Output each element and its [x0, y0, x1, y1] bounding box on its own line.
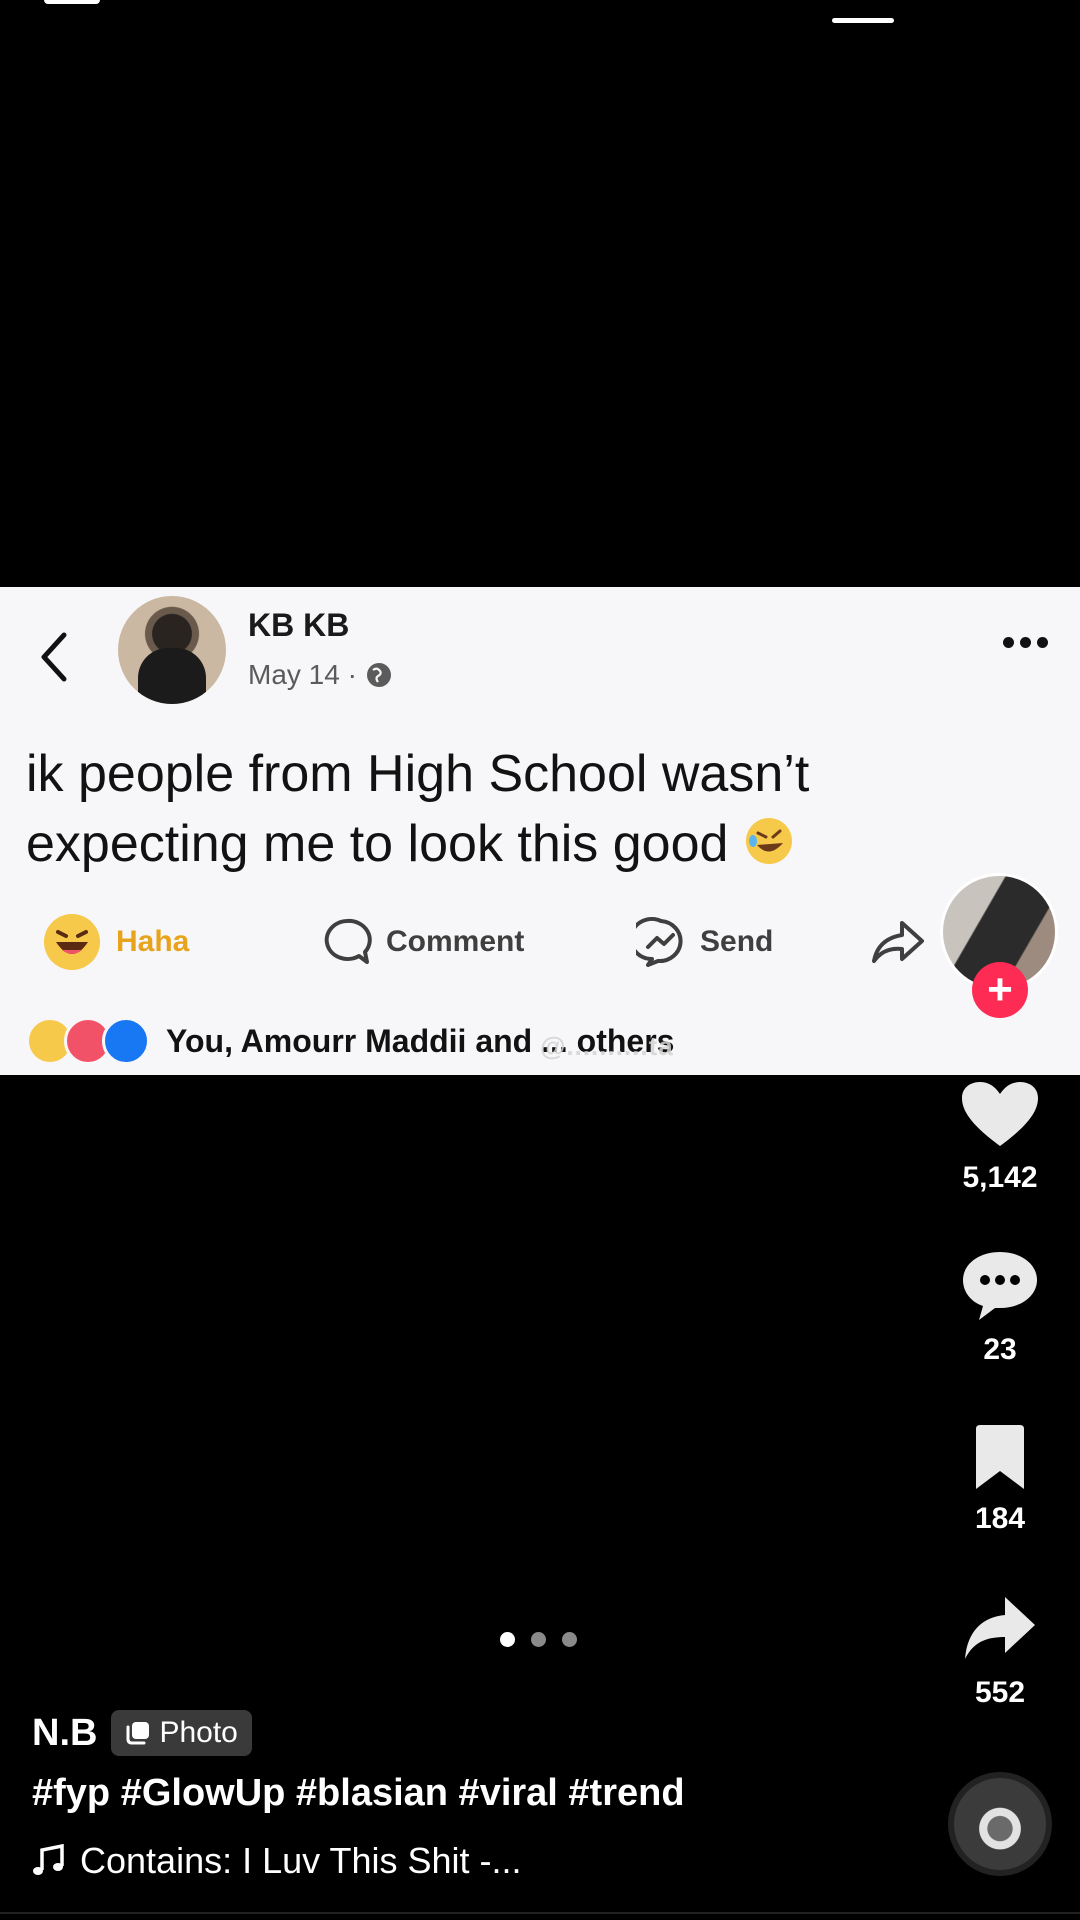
facebook-post-screenshot: KB KB May 14 · ik people from High Schoo… [0, 587, 1080, 1075]
creator-watermark: @..........ta [540, 1031, 674, 1061]
photo-badge: Photo [111, 1710, 252, 1756]
more-options-icon [1003, 637, 1048, 648]
author-row: N.B Photo [32, 1710, 252, 1756]
reaction-icons [26, 1017, 150, 1065]
comment-bubble-icon [324, 918, 372, 964]
bottom-divider [0, 1912, 1080, 1914]
caption-hashtags[interactable]: #fyp #GlowUp #blasian #viral #trend [32, 1772, 685, 1815]
tab-indicator [832, 18, 894, 23]
photo-stack-icon [126, 1722, 150, 1745]
post-author-avatar [118, 596, 226, 704]
music-note-icon [33, 1844, 64, 1875]
share-count: 552 [974, 1676, 1026, 1709]
post-actions: Haha Comment Send [0, 907, 1080, 977]
comment-button: Comment [322, 907, 524, 977]
favorites-button[interactable]: 184 [940, 1425, 1060, 1536]
bookmark-icon [976, 1425, 1024, 1489]
like-count: 5,142 [962, 1161, 1038, 1194]
save-count: 184 [974, 1502, 1026, 1535]
globe-icon [366, 663, 391, 687]
share-arrow-icon [965, 1597, 1035, 1659]
author-username[interactable]: N.B [32, 1712, 97, 1755]
back-chevron-icon [34, 627, 74, 687]
music-info[interactable]: Contains: I Luv This Shit -... [32, 1840, 522, 1882]
haha-button: Haha [42, 907, 189, 977]
comment-count: 23 [983, 1333, 1017, 1366]
carousel-dot[interactable] [562, 1632, 577, 1647]
follow-button[interactable]: + [972, 962, 1028, 1018]
send-button: Send [636, 907, 773, 977]
rolling-laughing-emoji-icon [745, 818, 792, 864]
status-bar-fragment [44, 0, 100, 4]
sound-disc[interactable] [948, 1772, 1052, 1876]
share-button[interactable]: 552 [940, 1595, 1060, 1710]
share-arrow-button [870, 907, 926, 977]
comments-button[interactable]: 23 [940, 1250, 1060, 1367]
post-date: May 14 · [248, 659, 357, 690]
haha-emoji-icon [44, 914, 100, 970]
heart-icon [962, 1082, 1038, 1146]
post-author-name: KB KB [248, 607, 350, 643]
messenger-icon [636, 917, 683, 967]
carousel-dot[interactable] [500, 1632, 515, 1647]
carousel-dot[interactable] [531, 1632, 546, 1647]
post-text: ik people from High School wasn’t expect… [26, 745, 810, 873]
comment-dots-icon [963, 1252, 1037, 1320]
carousel-dots [500, 1632, 577, 1647]
like-button[interactable]: 5,142 [940, 1080, 1060, 1195]
share-arrow-icon [872, 921, 924, 963]
post-meta: May 14 · [248, 659, 393, 691]
like-reaction-icon [102, 1017, 150, 1065]
